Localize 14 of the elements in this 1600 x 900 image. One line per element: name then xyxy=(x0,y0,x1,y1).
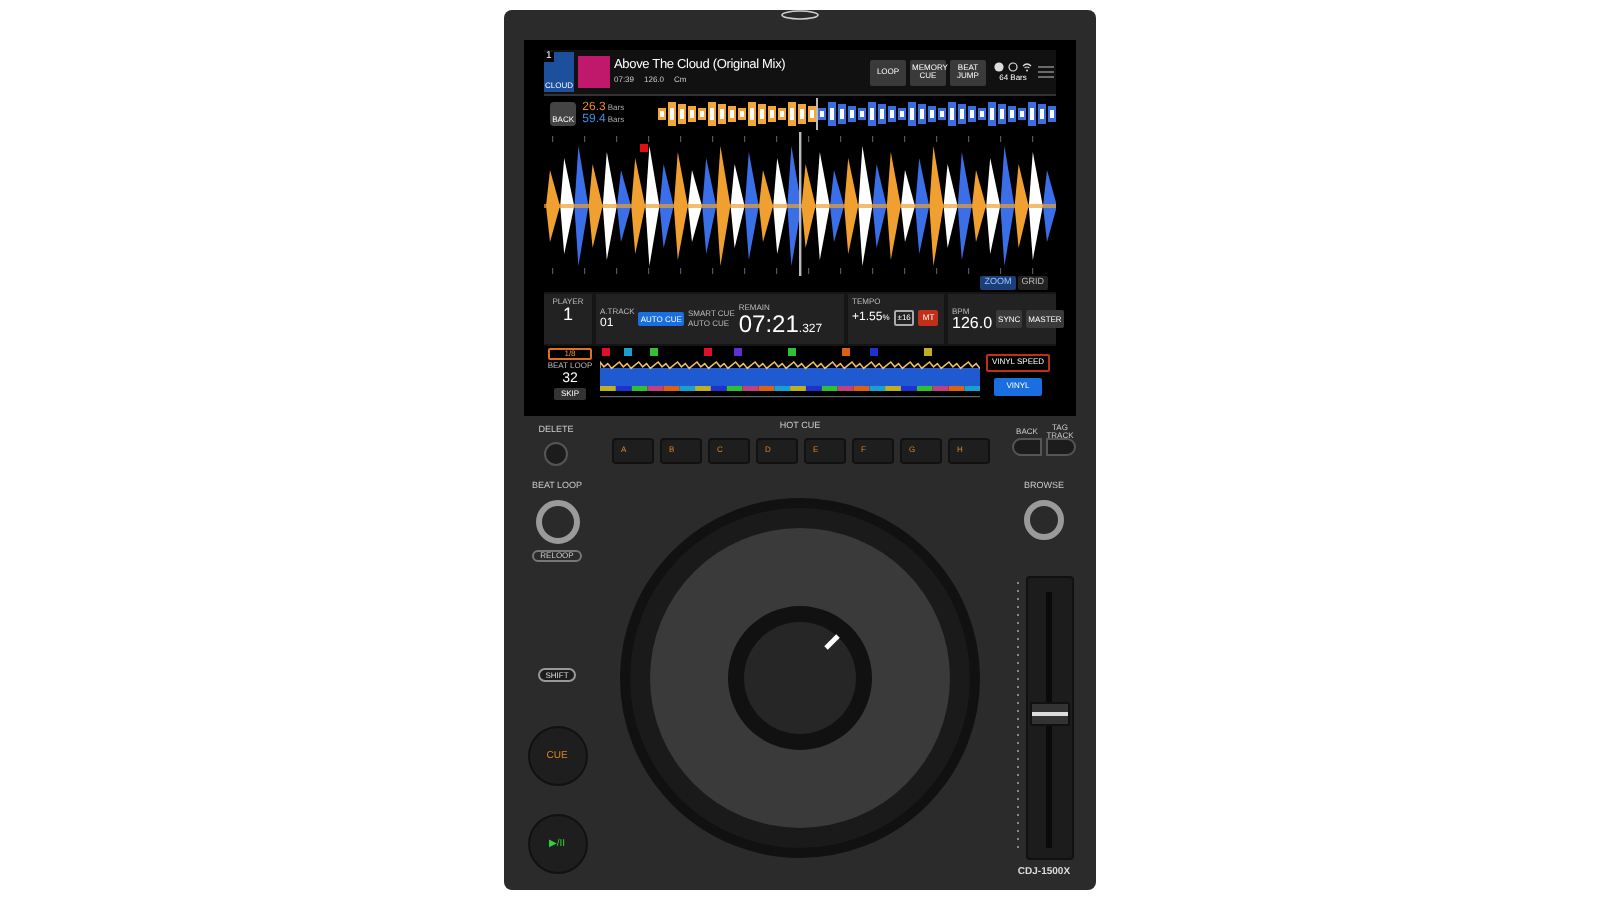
tempo-fader-handle[interactable] xyxy=(1029,702,1069,727)
delete-button[interactable] xyxy=(544,441,568,465)
player-number: 1 xyxy=(562,306,573,324)
logo-icon xyxy=(780,10,820,20)
browse-knob[interactable] xyxy=(1024,499,1064,539)
menu-icon xyxy=(1036,64,1056,80)
back-hardware-button[interactable] xyxy=(1012,438,1042,456)
info-icon xyxy=(994,62,1004,72)
bpm-value: 126.0 xyxy=(952,315,993,331)
beat-loop-knob[interactable] xyxy=(535,499,579,543)
artwork-placeholder xyxy=(578,56,610,88)
wifi-icon xyxy=(1022,62,1032,72)
globe-icon xyxy=(1008,62,1018,72)
remain-time: 07:21 xyxy=(738,311,799,335)
